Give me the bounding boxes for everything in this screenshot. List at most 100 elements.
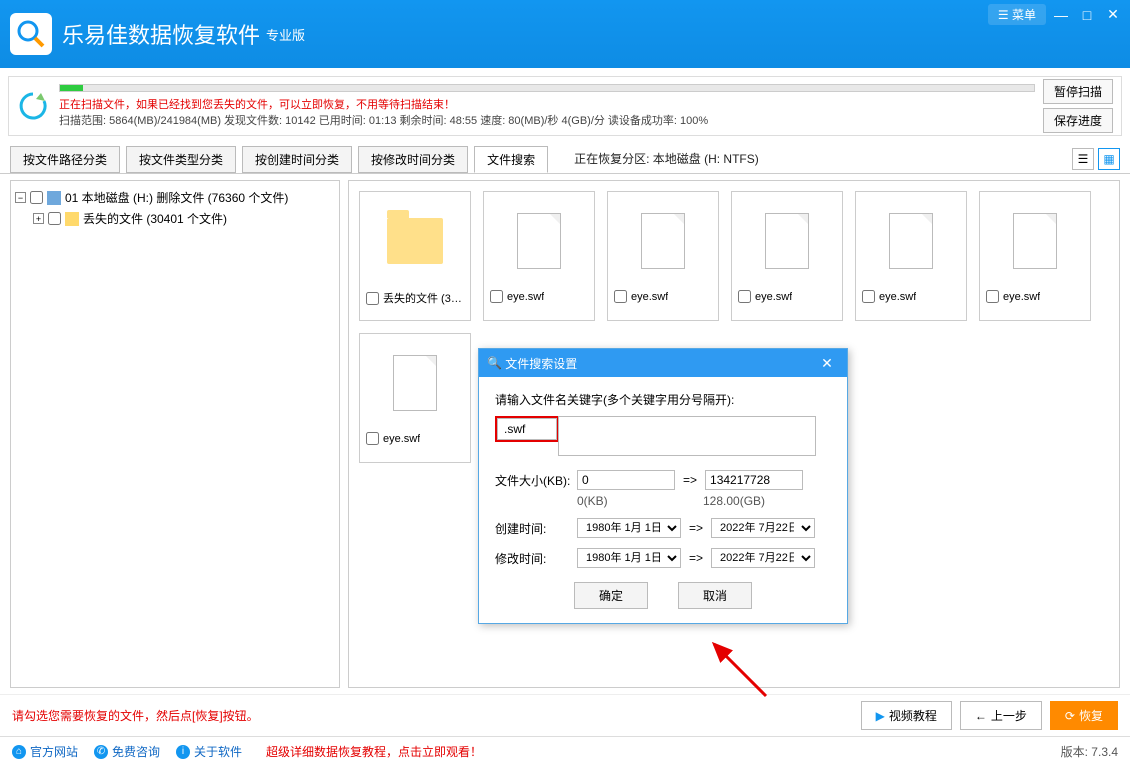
- tree-checkbox[interactable]: [48, 212, 61, 225]
- tree-node-label: 丢失的文件 (30401 个文件): [83, 210, 227, 227]
- arrow-icon: =>: [689, 521, 703, 535]
- folder-tree[interactable]: − 01 本地磁盘 (H:) 删除文件 (76360 个文件) + 丢失的文件 …: [10, 180, 340, 688]
- refresh-icon: [17, 90, 49, 122]
- folder-icon: [65, 212, 79, 226]
- grid-item-file[interactable]: eye.swf: [607, 191, 719, 321]
- item-checkbox[interactable]: [986, 290, 999, 303]
- search-settings-dialog: 🔍 文件搜索设置 ✕ 请输入文件名关键字(多个关键字用分号隔开): 文件大小(K…: [478, 348, 848, 624]
- scan-notice: 正在扫描文件，如果已经找到您丢失的文件，可以立即恢复，不用等待扫描结束！: [59, 96, 1035, 112]
- tab-file-search[interactable]: 文件搜索: [474, 146, 548, 173]
- cancel-button[interactable]: 取消: [678, 582, 752, 609]
- item-label: eye.swf: [383, 433, 420, 445]
- partition-label: 正在恢复分区: 本地磁盘 (H: NTFS): [574, 150, 759, 167]
- app-edition: 专业版: [266, 25, 305, 44]
- tree-checkbox[interactable]: [30, 191, 43, 204]
- recover-label: 恢复: [1079, 707, 1103, 724]
- item-label: eye.swf: [631, 291, 668, 303]
- arrow-icon: =>: [689, 551, 703, 565]
- dialog-title: 文件搜索设置: [505, 355, 577, 372]
- item-checkbox[interactable]: [490, 290, 503, 303]
- size-from-input[interactable]: [577, 470, 675, 490]
- grid-item-folder[interactable]: 丢失的文件 (30...: [359, 191, 471, 321]
- file-icon: [889, 213, 933, 269]
- item-label: eye.swf: [507, 291, 544, 303]
- pause-scan-button[interactable]: 暂停扫描: [1043, 79, 1113, 104]
- ctime-to-select[interactable]: 2022年 7月22日: [711, 518, 815, 538]
- size-to-input[interactable]: [705, 470, 803, 490]
- chat-icon: ✆: [94, 745, 108, 759]
- item-label: eye.swf: [1003, 291, 1040, 303]
- expand-icon[interactable]: +: [33, 213, 44, 224]
- item-checkbox[interactable]: [366, 292, 379, 305]
- grid-item-file[interactable]: eye.swf: [483, 191, 595, 321]
- maximize-button[interactable]: □: [1076, 6, 1098, 24]
- promo-link[interactable]: 超级详细数据恢复教程，点击立即观看！: [266, 743, 482, 760]
- prev-step-button[interactable]: ← 上一步: [960, 701, 1042, 730]
- hint-text: 请勾选您需要恢复的文件，然后点[恢复]按钮。: [12, 707, 259, 724]
- menu-button[interactable]: ☰ 菜单: [988, 4, 1046, 25]
- tree-node-label: 01 本地磁盘 (H:) 删除文件 (76360 个文件): [65, 189, 288, 206]
- grid-view-button[interactable]: ▦: [1098, 148, 1120, 170]
- tree-node-lost[interactable]: + 丢失的文件 (30401 个文件): [15, 208, 335, 229]
- item-checkbox[interactable]: [366, 432, 379, 445]
- grid-item-file[interactable]: eye.swf: [855, 191, 967, 321]
- scan-stats: 扫描范围: 5864(MB)/241984(MB) 发现文件数: 10142 已…: [59, 112, 1035, 128]
- ok-button[interactable]: 确定: [574, 582, 648, 609]
- title-bar: 乐易佳数据恢复软件 专业版 ☰ 菜单 — □ ✕: [0, 0, 1130, 68]
- tab-by-type[interactable]: 按文件类型分类: [126, 146, 236, 173]
- item-label: eye.swf: [755, 291, 792, 303]
- official-site-link[interactable]: ⌂ 官方网站: [12, 743, 78, 760]
- prev-label: 上一步: [991, 707, 1027, 724]
- link-label: 关于软件: [194, 743, 242, 760]
- minimize-button[interactable]: —: [1050, 6, 1072, 24]
- grid-item-file[interactable]: eye.swf: [359, 333, 471, 463]
- collapse-icon[interactable]: −: [15, 192, 26, 203]
- video-icon: ▶: [876, 709, 885, 723]
- item-checkbox[interactable]: [738, 290, 751, 303]
- link-label: 官方网站: [30, 743, 78, 760]
- file-icon: [393, 355, 437, 411]
- tab-by-path[interactable]: 按文件路径分类: [10, 146, 120, 173]
- item-label: 丢失的文件 (30...: [383, 290, 464, 306]
- video-tutorial-button[interactable]: ▶ 视频教程: [861, 701, 952, 730]
- info-icon: i: [176, 745, 190, 759]
- app-title: 乐易佳数据恢复软件: [62, 18, 260, 50]
- keyword-input[interactable]: [497, 418, 557, 440]
- item-checkbox[interactable]: [862, 290, 875, 303]
- globe-icon: ⌂: [12, 745, 26, 759]
- tab-by-mtime[interactable]: 按修改时间分类: [358, 146, 468, 173]
- tabs-row: 按文件路径分类 按文件类型分类 按创建时间分类 按修改时间分类 文件搜索 正在恢…: [0, 144, 1130, 174]
- keyword-label: 请输入文件名关键字(多个关键字用分号隔开):: [495, 391, 831, 408]
- arrow-icon: =>: [683, 473, 697, 487]
- app-logo-icon: [10, 13, 52, 55]
- free-consult-link[interactable]: ✆ 免费咨询: [94, 743, 160, 760]
- tab-by-ctime[interactable]: 按创建时间分类: [242, 146, 352, 173]
- list-view-button[interactable]: ☰: [1072, 148, 1094, 170]
- ctime-label: 创建时间:: [495, 520, 577, 537]
- about-link[interactable]: i 关于软件: [176, 743, 242, 760]
- close-button[interactable]: ✕: [1102, 6, 1124, 24]
- dialog-close-button[interactable]: ✕: [815, 355, 839, 372]
- size-label: 文件大小(KB):: [495, 472, 577, 489]
- file-icon: [641, 213, 685, 269]
- grid-item-file[interactable]: eye.swf: [731, 191, 843, 321]
- item-label: eye.swf: [879, 291, 916, 303]
- video-label: 视频教程: [889, 707, 937, 724]
- item-checkbox[interactable]: [614, 290, 627, 303]
- ctime-from-select[interactable]: 1980年 1月 1日: [577, 518, 681, 538]
- disk-icon: [47, 191, 61, 205]
- arrow-left-icon: ←: [975, 709, 987, 723]
- tree-node-disk[interactable]: − 01 本地磁盘 (H:) 删除文件 (76360 个文件): [15, 187, 335, 208]
- save-progress-button[interactable]: 保存进度: [1043, 108, 1113, 133]
- mtime-to-select[interactable]: 2022年 7月22日: [711, 548, 815, 568]
- file-icon: [1013, 213, 1057, 269]
- file-icon: [517, 213, 561, 269]
- mtime-label: 修改时间:: [495, 550, 577, 567]
- recover-button[interactable]: ⟳恢复: [1050, 701, 1118, 730]
- link-label: 免费咨询: [112, 743, 160, 760]
- keyword-extra-input[interactable]: [558, 416, 816, 456]
- scan-status-bar: 正在扫描文件，如果已经找到您丢失的文件，可以立即恢复，不用等待扫描结束！ 扫描范…: [8, 76, 1122, 136]
- mtime-from-select[interactable]: 1980年 1月 1日: [577, 548, 681, 568]
- size-from-hint: 0(KB): [577, 494, 675, 508]
- grid-item-file[interactable]: eye.swf: [979, 191, 1091, 321]
